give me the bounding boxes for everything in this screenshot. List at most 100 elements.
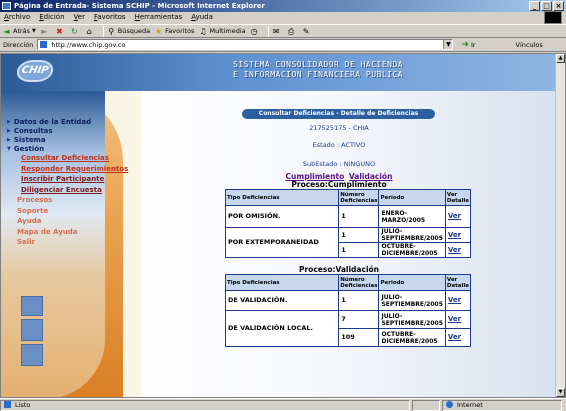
chip-logo: CHIP [15, 60, 55, 82]
nav-gestion[interactable]: ▼ Gestión [7, 144, 137, 153]
nav-label: Datos de la Entidad [13, 117, 92, 126]
nav-responder-requerimientos[interactable]: Responder Requerimientos [7, 164, 137, 175]
nav-datos-entidad[interactable]: ▶ Datos de la Entidad [7, 117, 137, 126]
scroll-up-icon[interactable]: ▲ [556, 54, 565, 63]
nav-ayuda[interactable]: Ayuda [7, 216, 137, 227]
menu-archivo[interactable]: Archivo [4, 12, 30, 23]
window-controls: _ □ × [529, 1, 564, 11]
nav-label: Sistema [13, 135, 46, 144]
cell-periodo: JULIO-SEPTIEMBRE/2005 [378, 290, 446, 311]
status-zone: Internet [457, 400, 483, 409]
scroll-down-icon[interactable]: ▼ [556, 388, 565, 397]
search-button[interactable]: ⚲ Búsqueda [107, 25, 150, 37]
nav-label: Consultas [13, 126, 53, 135]
history-icon: ◷ [250, 26, 258, 36]
close-button[interactable]: × [553, 1, 564, 11]
nav-bullet-icon: ▶ [7, 118, 11, 125]
back-dropdown-icon[interactable]: ▼ [32, 28, 36, 34]
stop-button[interactable]: ✖ [55, 25, 66, 37]
go-button[interactable]: ➔ Ir [461, 40, 475, 50]
back-button[interactable]: ◄ Atrás ▼ [2, 25, 36, 37]
toolbar: ◄ Atrás ▼ ► ✖ ↻ ⌂ ⚲ Búsqueda ★ Favoritos… [0, 24, 566, 38]
table-row: POR EXTEMPORANEIDAD 1 JULIO-SEPTIEMBRE/2… [224, 227, 472, 258]
back-label: Atrás [13, 27, 30, 35]
address-label: Dirección [3, 40, 34, 49]
back-arrow-icon: ◄ [3, 26, 10, 36]
table-header-row: Tipo Deficiencias Número Deficiencias Pe… [224, 274, 472, 291]
nav-mapa-ayuda[interactable]: Mapa de Ayuda [7, 227, 137, 238]
banner-title: SISTEMA CONSOLIDADOR DE HACIENDA E INFOR… [233, 60, 403, 80]
nav-salir[interactable]: Salir [7, 237, 137, 248]
ver-link[interactable]: Ver [444, 310, 472, 329]
decorative-square [21, 296, 43, 316]
refresh-icon: ↻ [70, 26, 78, 36]
cell-tipo: POR OMISIÓN. [224, 205, 340, 228]
search-icon: ⚲ [108, 26, 115, 36]
minimize-button[interactable]: _ [529, 1, 540, 11]
cumplimiento-table: Tipo Deficiencias Número Deficiencias Pe… [224, 189, 472, 258]
multimedia-button[interactable]: ♫ Multimedia [198, 25, 245, 37]
multimedia-label: Multimedia [209, 27, 246, 35]
menu-favoritos[interactable]: Favoritos [94, 12, 126, 23]
favorites-label: Favoritos [165, 27, 195, 35]
cell-periodo: ENERO-MARZO/2005 [378, 205, 446, 228]
table-row: POR OMISIÓN. 1 ENERO-MARZO/2005 Ver [224, 205, 472, 228]
status-zone-cell: Internet [442, 399, 562, 411]
nav-bullet-icon: ▶ [7, 136, 11, 143]
mail-icon: ✉ [272, 26, 280, 36]
col-periodo: Periodo [378, 189, 446, 206]
section-validacion-title: Proceso:Validación [298, 265, 380, 274]
nav-sistema[interactable]: ▶ Sistema [7, 135, 137, 144]
print-button[interactable]: ⎙ [287, 25, 298, 37]
links-button[interactable]: Vínculos [516, 41, 543, 49]
toolbar-separator [267, 25, 269, 37]
cell-numero: 109 [338, 328, 380, 347]
page-done-icon [4, 401, 11, 408]
history-button[interactable]: ◷ [250, 25, 261, 37]
table-header-row: Tipo Deficiencias Número Deficiencias Pe… [224, 189, 472, 206]
nav-consultas[interactable]: ▶ Consultas [7, 126, 137, 135]
menu-ayuda[interactable]: Ayuda [191, 12, 213, 23]
col-ver: Ver Detalle [444, 189, 472, 206]
internet-zone-icon [446, 401, 453, 408]
cell-periodo: OCTUBRE-DICIEMBRE/2005 [378, 242, 446, 258]
nav-soporte[interactable]: Soporte [7, 206, 137, 217]
go-arrow-icon: ➔ [461, 39, 469, 50]
forward-arrow-icon: ► [41, 26, 48, 36]
nav-inscribir-participante[interactable]: Inscribir Participante [7, 174, 137, 185]
menu-ver[interactable]: Ver [74, 12, 85, 23]
nav-consultar-deficiencias[interactable]: Consultar Deficiencias [7, 153, 137, 164]
mail-button[interactable]: ✉ [272, 25, 283, 37]
vertical-scrollbar[interactable]: ▲ ▼ [555, 54, 565, 397]
ver-link[interactable]: Ver [444, 328, 472, 347]
banner-line-2: E INFORMACION FINANCIERA PUBLICA [233, 70, 404, 79]
ver-link[interactable]: Ver [444, 242, 472, 258]
cell-numero: 1 [338, 227, 380, 243]
cell-numero: 1 [338, 205, 380, 228]
print-icon: ⎙ [287, 26, 295, 36]
cell-numero: 7 [338, 310, 380, 329]
edit-button[interactable]: ✎ [302, 25, 313, 37]
col-ver: Ver Detalle [444, 274, 472, 291]
stop-icon: ✖ [55, 26, 63, 36]
menu-herramientas[interactable]: Herramientas [135, 12, 183, 23]
status-bar: Listo Internet [0, 398, 566, 411]
ver-link[interactable]: Ver [444, 227, 472, 243]
favorites-icon: ★ [155, 26, 163, 36]
nav-diligenciar-encuesta[interactable]: Diligenciar Encuesta [7, 185, 137, 196]
search-label: Búsqueda [117, 27, 151, 35]
nav-label: Gestión [13, 144, 45, 153]
ver-link[interactable]: Ver [444, 205, 472, 228]
address-dropdown-icon[interactable]: ▼ [443, 40, 453, 49]
menu-edicion[interactable]: Edición [39, 12, 64, 23]
favorites-button[interactable]: ★ Favoritos [154, 25, 194, 37]
maximize-button[interactable]: □ [541, 1, 552, 11]
home-button[interactable]: ⌂ [85, 25, 96, 37]
forward-button[interactable]: ► [40, 25, 51, 37]
address-bar: Dirección http://www.chip.gov.co ▼ ➔ Ir … [0, 38, 566, 52]
refresh-button[interactable]: ↻ [70, 25, 81, 37]
col-tipo: Tipo Deficiencias [224, 274, 340, 291]
nav-procesos[interactable]: Procesos [7, 195, 137, 206]
address-input[interactable]: http://www.chip.gov.co ▼ [37, 39, 454, 50]
ver-link[interactable]: Ver [444, 290, 472, 311]
